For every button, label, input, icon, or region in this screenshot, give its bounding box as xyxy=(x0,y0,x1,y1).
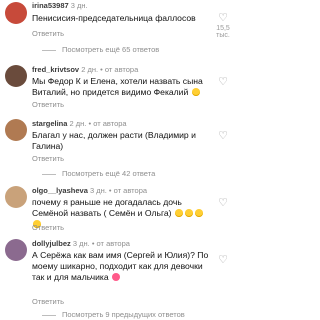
username[interactable]: stargelina xyxy=(32,119,67,128)
avatar[interactable] xyxy=(5,186,27,208)
like-button[interactable]: ♡ 15,5 тыс. xyxy=(212,12,234,40)
comment-1: irina53987 3 дн. Пенисисия-председательн… xyxy=(0,0,240,56)
view-replies-label: Посмотреть ещё 65 ответов xyxy=(62,45,160,54)
author-badge: от автора xyxy=(104,65,139,74)
avatar[interactable] xyxy=(5,2,27,24)
like-button[interactable]: ♡ xyxy=(212,255,234,266)
author-badge-separator: • xyxy=(108,186,112,195)
avatar[interactable] xyxy=(5,239,27,261)
comment-3: stargelina 2 дн. • от автора Благал у на… xyxy=(0,119,240,179)
divider xyxy=(42,49,56,51)
view-replies-label: Посмотреть 9 предыдущих ответов xyxy=(62,310,185,319)
comment-meta: fred_krivtsov 2 дн. • от автора xyxy=(32,65,138,74)
author-badge: от автора xyxy=(113,186,148,195)
comment-time: 3 дн. xyxy=(89,186,107,195)
author-badge: от автора xyxy=(96,239,130,248)
heart-emoji-icon xyxy=(112,273,121,281)
comment-4: olgo__lyasheva 3 дн. • от автора почему … xyxy=(0,186,240,236)
like-button[interactable]: ♡ xyxy=(212,131,234,142)
divider xyxy=(42,314,56,316)
reply-button[interactable]: Ответить xyxy=(32,223,64,232)
reply-button[interactable]: Ответить xyxy=(32,29,64,38)
view-replies-button[interactable]: Посмотреть ещё 42 ответа xyxy=(42,169,155,178)
emoji-icon xyxy=(194,209,203,217)
view-replies-label: Посмотреть ещё 42 ответа xyxy=(62,169,156,178)
comment-meta: irina53987 3 дн. xyxy=(32,1,88,10)
comment-text: Мы Федор К и Елена, хотели назвать сына … xyxy=(32,76,212,98)
comment-meta: dollyjulbez 3 дн. • от автора xyxy=(32,239,130,248)
emoji-icon xyxy=(184,209,193,217)
like-button[interactable]: ♡ xyxy=(212,77,234,88)
comment-meta: stargelina 2 дн. • от автора xyxy=(32,119,127,128)
comment-5: dollyjulbez 3 дн. • от автора А Серёжа к… xyxy=(0,239,240,320)
comment-text: Благал у нас, должен расти (Владимир и Г… xyxy=(32,130,196,151)
comment-text-body: А Серёжа как вам имя (Сергей и Юлия)? По… xyxy=(32,250,209,282)
avatar[interactable] xyxy=(5,119,27,141)
reply-button[interactable]: Ответить xyxy=(32,100,64,109)
heart-icon: ♡ xyxy=(218,130,228,142)
heart-icon: ♡ xyxy=(218,254,228,266)
author-badge-separator: • xyxy=(100,65,103,74)
username[interactable]: fred_krivtsov xyxy=(32,65,79,74)
comment-time: 2 дн. xyxy=(69,119,87,128)
comment-text-body: почему я раньше не догадалась дочь Семён… xyxy=(32,197,182,218)
like-button[interactable]: ♡ xyxy=(212,198,234,209)
comment-time: 3 дн. xyxy=(72,239,90,248)
view-replies-button[interactable]: Посмотреть 9 предыдущих ответов xyxy=(42,310,185,319)
username[interactable]: olgo__lyasheva xyxy=(32,186,88,195)
heart-icon: ♡ xyxy=(218,76,228,88)
comment-text: Пенисисия-председательница фаллосов xyxy=(32,13,196,23)
heart-icon: ♡ xyxy=(218,197,228,209)
comment-meta: olgo__lyasheva 3 дн. • от автора xyxy=(32,186,147,195)
comment-text: А Серёжа как вам имя (Сергей и Юлия)? По… xyxy=(32,250,212,283)
emoji-icon xyxy=(191,88,200,96)
emoji-icon xyxy=(174,209,183,217)
username[interactable]: irina53987 xyxy=(32,1,69,10)
comment-time: 2 дн. xyxy=(81,65,99,74)
comment-2: fred_krivtsov 2 дн. • от автора Мы Федор… xyxy=(0,65,240,115)
reply-button[interactable]: Ответить xyxy=(32,297,64,306)
view-replies-button[interactable]: Посмотреть ещё 65 ответов xyxy=(42,45,159,54)
divider xyxy=(42,173,56,175)
author-badge-separator: • xyxy=(91,239,95,248)
like-count: 15,5 тыс. xyxy=(216,25,230,39)
comment-time: 3 дн. xyxy=(70,1,88,10)
author-badge-separator: • xyxy=(88,119,92,128)
reply-button[interactable]: Ответить xyxy=(32,154,64,163)
heart-icon: ♡ xyxy=(218,12,228,24)
username[interactable]: dollyjulbez xyxy=(32,239,71,248)
avatar[interactable] xyxy=(5,65,27,87)
comment-text-body: Мы Федор К и Елена, хотели назвать сына … xyxy=(32,76,203,97)
author-badge: от автора xyxy=(93,119,127,128)
